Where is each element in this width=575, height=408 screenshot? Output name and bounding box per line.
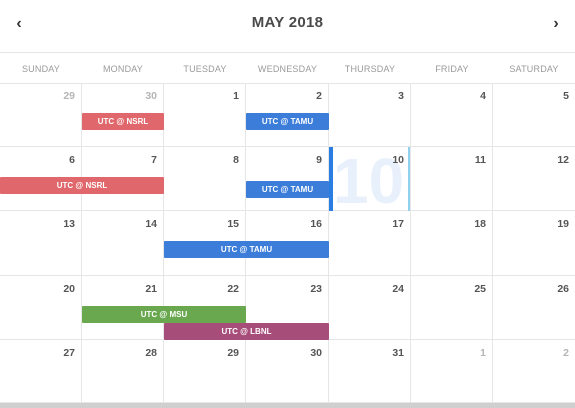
weekday-label-thursday: THURSDAY [344,64,396,74]
day-number: 9 [316,154,322,166]
chevron-right-icon[interactable]: › [546,12,566,36]
day-cell[interactable]: 5 [493,83,575,147]
day-cell[interactable]: 27 [0,340,82,403]
day-cell[interactable]: 9 [246,147,329,211]
today-edge [408,147,410,211]
day-cell[interactable]: 20 [0,276,82,340]
day-cell[interactable]: 19 [493,211,575,276]
day-number: 17 [392,218,404,230]
day-cell[interactable]: 10 10 [329,147,411,213]
day-cell[interactable]: 1 [411,340,493,403]
month-grid: 29 30 1 2 3 4 5 6 7 8 9 10 10 11 12 13 14 15 16 17 18 19 20 21 2… [0,83,575,403]
day-cell[interactable]: 2 [493,340,575,403]
weekday-label-saturday: SATURDAY [509,64,559,74]
day-cell[interactable]: 29 [164,340,246,403]
day-number: 24 [392,283,404,295]
day-number: 28 [145,347,157,359]
day-number: 26 [557,283,569,295]
day-cell[interactable]: 3 [329,83,411,147]
day-number: 21 [145,283,157,295]
day-number: 30 [145,90,157,102]
day-cell[interactable]: 17 [329,211,411,276]
event-bar[interactable]: UTC @ TAMU [246,181,329,198]
month-title: MAY 2018 [251,14,324,31]
day-number: 1 [480,347,486,359]
day-number: 7 [151,154,157,166]
weekday-label-friday: FRIDAY [435,64,469,74]
day-number: 1 [233,90,239,102]
day-cell[interactable]: 12 [493,147,575,211]
day-number: 14 [145,218,157,230]
scrollbar-track[interactable] [0,403,575,408]
weekday-label-wednesday: WEDNESDAY [257,64,318,74]
day-number: 2 [316,90,322,102]
calendar-header: ‹ MAY 2018 › [0,0,575,53]
day-number: 5 [563,90,569,102]
day-number: 3 [398,90,404,102]
day-cell[interactable]: 31 [329,340,411,403]
day-number: 31 [392,347,404,359]
day-cell[interactable]: 4 [411,83,493,147]
day-number: 15 [227,218,239,230]
event-bar[interactable]: UTC @ TAMU [246,113,329,130]
weekday-header-row: SUNDAY MONDAY TUESDAY WEDNESDAY THURSDAY FRID… [0,53,575,84]
today-indicator [329,147,333,211]
day-number: 20 [63,283,75,295]
day-number: 11 [474,154,486,166]
day-number: 10 [392,154,404,166]
weekday-label-sunday: SUNDAY [21,64,61,74]
day-number: 16 [310,218,322,230]
day-number: 23 [310,283,322,295]
day-cell[interactable]: 18 [411,211,493,276]
day-number: 8 [233,154,239,166]
day-cell[interactable]: 29 [0,83,82,147]
day-cell[interactable]: 1 [164,83,246,147]
day-number: 27 [63,347,75,359]
event-bar[interactable]: UTC @ NSRL [0,177,164,194]
day-cell[interactable]: 30 [246,340,329,403]
day-cell[interactable]: 8 [164,147,246,211]
day-number: 12 [557,154,569,166]
day-cell[interactable]: 13 [0,211,82,276]
day-cell[interactable]: 11 [411,147,493,211]
day-number: 4 [480,90,486,102]
day-number: 25 [474,283,486,295]
weekday-label-tuesday: TUESDAY [183,64,227,74]
day-number: 2 [563,347,569,359]
day-number: 18 [474,218,486,230]
day-number: 30 [310,347,322,359]
weekday-label-monday: MONDAY [102,64,144,74]
day-number: 19 [557,218,569,230]
day-cell[interactable]: 26 [493,276,575,340]
event-bar[interactable]: UTC @ TAMU [164,241,329,258]
event-bar[interactable]: UTC @ MSU [82,306,246,323]
day-number: 29 [227,347,239,359]
day-cell[interactable]: 24 [329,276,411,340]
day-number: 29 [63,90,75,102]
day-cell[interactable]: 14 [82,211,164,276]
day-cell[interactable]: 28 [82,340,164,403]
event-bar[interactable]: UTC @ NSRL [82,113,164,130]
event-bar[interactable]: UTC @ LBNL [164,323,329,340]
day-cell[interactable]: 25 [411,276,493,340]
day-number: 6 [69,154,75,166]
day-number: 13 [63,218,75,230]
day-number: 22 [227,283,239,295]
